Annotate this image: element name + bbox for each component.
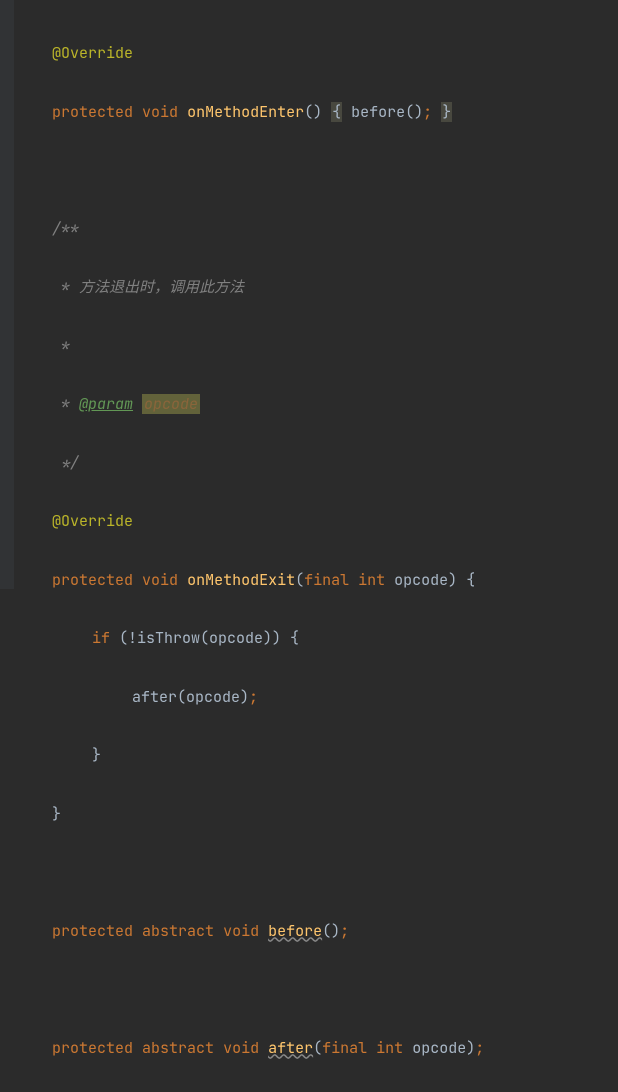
semicolon: ; (475, 1038, 484, 1058)
editor-gutter (0, 0, 14, 589)
blank-line (52, 858, 618, 887)
javadoc-line: * 方法退出时，调用此方法 (52, 273, 618, 302)
keyword-final: final (304, 570, 349, 590)
code-editor[interactable]: @Override protected void onMethodEnter()… (0, 10, 618, 1092)
javadoc-tag: @param (79, 394, 133, 414)
brace-close: } (52, 800, 618, 829)
param-name: opcode (412, 1038, 466, 1058)
keyword-protected: protected (52, 570, 133, 590)
method-name: onMethodEnter (187, 102, 304, 122)
keyword-protected: protected (52, 921, 133, 941)
keyword-void: void (142, 102, 178, 122)
keyword-if: if (92, 628, 110, 648)
code-line: after(opcode); (52, 683, 618, 712)
brace-open: { (331, 102, 342, 122)
keyword-protected: protected (52, 1038, 133, 1058)
brace: { (466, 570, 475, 590)
javadoc-param-name: opcode (142, 394, 200, 414)
javadoc-open: /** (52, 215, 618, 244)
keyword-void: void (142, 570, 178, 590)
method-name-warning: after (268, 1038, 313, 1058)
method-call: after (132, 687, 177, 707)
paren-close: ) (448, 570, 457, 590)
code-line: protected abstract void before(); (52, 917, 618, 946)
annotation-override: @Override (52, 43, 133, 63)
keyword-int: int (376, 1038, 403, 1058)
javadoc-line: * (52, 332, 618, 361)
parens: () (322, 921, 340, 941)
paren-open: ( (313, 1038, 322, 1058)
brace-close: } (52, 741, 618, 770)
blank-line (52, 156, 618, 185)
code-line: protected void onMethodExit(final int op… (52, 566, 618, 595)
semicolon: ; (423, 102, 432, 122)
parens: () (304, 102, 322, 122)
method-name-warning: before (268, 921, 322, 941)
keyword-abstract: abstract (142, 1038, 214, 1058)
code-line: protected abstract void after(final int … (52, 1034, 618, 1063)
brace-close: } (441, 102, 452, 122)
parens: () (405, 102, 423, 122)
javadoc-close: */ (52, 449, 618, 478)
param-name: opcode (394, 570, 448, 590)
keyword-int: int (358, 570, 385, 590)
keyword-abstract: abstract (142, 921, 214, 941)
space (133, 394, 142, 414)
keyword-void: void (223, 1038, 259, 1058)
code-line: @Override (52, 39, 618, 68)
annotation-override: @Override (52, 511, 133, 531)
javadoc-prefix: * (52, 394, 79, 414)
paren-close: ) (466, 1038, 475, 1058)
condition: (!isThrow(opcode)) { (110, 628, 299, 648)
code-line: if (!isThrow(opcode)) { (52, 624, 618, 653)
keyword-protected: protected (52, 102, 133, 122)
paren-open: ( (295, 570, 304, 590)
method-name: onMethodExit (187, 570, 295, 590)
semicolon: ; (340, 921, 349, 941)
code-line: @Override (52, 507, 618, 536)
keyword-final: final (322, 1038, 367, 1058)
semicolon: ; (249, 687, 258, 707)
blank-line (52, 975, 618, 1004)
javadoc-param-line: * @param opcode (52, 390, 618, 419)
method-call: before (351, 102, 405, 122)
keyword-void: void (223, 921, 259, 941)
args: (opcode) (177, 687, 249, 707)
code-line: protected void onMethodEnter() { before(… (52, 98, 618, 127)
